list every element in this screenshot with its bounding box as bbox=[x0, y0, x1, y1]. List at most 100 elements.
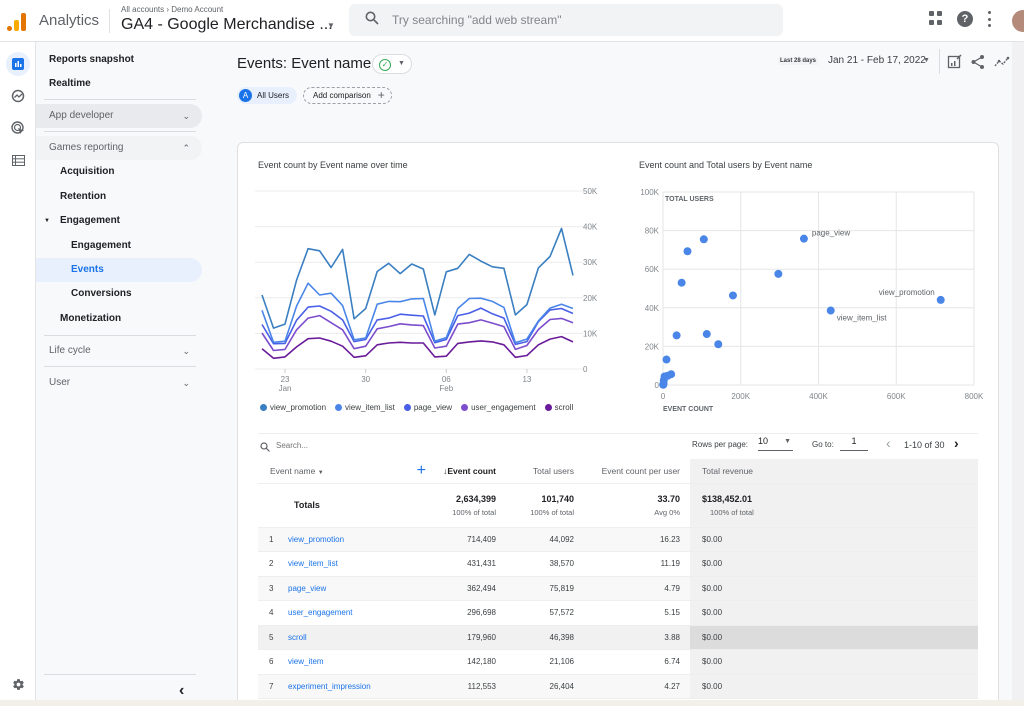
share-icon[interactable] bbox=[970, 54, 986, 70]
divider bbox=[44, 335, 196, 336]
legend-item[interactable]: view_item_list bbox=[335, 403, 395, 412]
point-label: view_promotion bbox=[879, 288, 935, 297]
page-title: Events: Event name bbox=[237, 55, 372, 72]
scatter-point[interactable] bbox=[774, 269, 783, 278]
table-row[interactable]: 7 experiment_impression 112,553 26,404 4.27 $… bbox=[258, 674, 978, 699]
search-input[interactable]: Try searching "add web stream" bbox=[392, 13, 561, 27]
col-event-count-per-user[interactable]: Event count per user bbox=[584, 459, 690, 484]
scrollbar-track[interactable] bbox=[1012, 42, 1024, 706]
y-tick-label: 80K bbox=[645, 227, 660, 236]
nav-app-developer[interactable]: App developer ⌄ bbox=[36, 104, 202, 128]
event-name-link[interactable]: scroll bbox=[288, 633, 307, 642]
scatter-point[interactable] bbox=[683, 247, 692, 256]
search-icon bbox=[365, 11, 379, 25]
col-event-count[interactable]: ↓Event count bbox=[428, 459, 506, 484]
scatter-point[interactable] bbox=[672, 331, 681, 340]
nav-user[interactable]: User ⌄ bbox=[36, 371, 202, 395]
event-name-link[interactable]: page_view bbox=[288, 584, 326, 593]
nav-acquisition[interactable]: Acquisition bbox=[36, 160, 202, 184]
table-row[interactable]: 2 view_item_list 431,431 38,570 11.19 $0.00 bbox=[258, 551, 978, 577]
collapse-nav-icon[interactable]: ‹ bbox=[179, 682, 184, 700]
add-comparison-button[interactable]: Add comparison + bbox=[303, 87, 392, 104]
event-name-link[interactable]: user_engagement bbox=[288, 608, 353, 617]
nav-games-reporting[interactable]: Games reporting ⌃ bbox=[36, 136, 202, 160]
rows-per-page-select[interactable]: 10 ▼ bbox=[758, 436, 793, 451]
apps-icon[interactable] bbox=[929, 11, 943, 25]
divider bbox=[939, 49, 940, 74]
next-page-icon[interactable]: › bbox=[954, 435, 959, 451]
segment-chip[interactable]: A All Users bbox=[237, 87, 298, 104]
rail-settings[interactable] bbox=[6, 672, 30, 696]
avatar[interactable] bbox=[1012, 10, 1024, 32]
rail-explore[interactable] bbox=[6, 84, 30, 108]
scatter-point[interactable] bbox=[714, 340, 723, 349]
scatter-point[interactable] bbox=[662, 355, 671, 364]
legend-item[interactable]: user_engagement bbox=[461, 403, 536, 412]
table-row[interactable]: 1 view_promotion 714,409 44,092 16.23 $0.00 bbox=[258, 527, 978, 552]
legend-item[interactable]: view_promotion bbox=[260, 403, 326, 412]
rail-configure[interactable] bbox=[6, 148, 30, 172]
caret-down-icon: ▼ bbox=[44, 218, 50, 224]
search-bar[interactable]: Try searching "add web stream" bbox=[349, 4, 783, 36]
gear-icon bbox=[12, 678, 24, 690]
nav-reports-snapshot[interactable]: Reports snapshot bbox=[36, 48, 202, 72]
scatter-point[interactable] bbox=[826, 306, 835, 315]
goto-page-input[interactable]: 1 bbox=[840, 436, 868, 451]
total-users-cell: 75,819 bbox=[549, 583, 574, 593]
x-tick-label: 23 bbox=[281, 375, 290, 384]
nav-conversions[interactable]: Conversions bbox=[36, 282, 202, 306]
configure-icon bbox=[11, 154, 25, 166]
caret-down-icon[interactable]: ▼ bbox=[327, 21, 335, 30]
event-name-link[interactable]: view_item bbox=[288, 657, 324, 666]
point-label: view_item_list bbox=[837, 314, 888, 323]
table-row[interactable]: 4 user_engagement 296,698 57,572 5.15 $0.00 bbox=[258, 600, 978, 626]
customize-report-icon[interactable] bbox=[947, 54, 963, 70]
scatter-point[interactable] bbox=[699, 235, 708, 244]
caret-down-icon[interactable]: ▼ bbox=[923, 57, 930, 64]
scatter-point[interactable] bbox=[799, 234, 808, 243]
scatter-point[interactable] bbox=[728, 291, 737, 300]
revenue-cell: $0.00 bbox=[702, 608, 723, 618]
insights-icon[interactable] bbox=[994, 54, 1010, 70]
caret-down-icon: ▼ bbox=[398, 60, 405, 67]
nav-monetization[interactable]: Monetization bbox=[36, 307, 202, 331]
col-total-revenue[interactable]: Total revenue bbox=[690, 459, 978, 484]
row-number: 7 bbox=[269, 681, 274, 691]
report-status-button[interactable]: ✓ ▼ bbox=[372, 54, 412, 74]
help-icon[interactable]: ? bbox=[957, 11, 973, 27]
table-row[interactable]: 6 view_item 142,180 21,106 6.74 $0.00 bbox=[258, 649, 978, 675]
col-total-users[interactable]: Total users bbox=[506, 459, 584, 484]
nav-engagement-group[interactable]: ▼ Engagement bbox=[36, 209, 202, 233]
legend-item[interactable]: scroll bbox=[544, 403, 573, 412]
table-row[interactable]: 3 page_view 362,494 75,819 4.79 $0.00 bbox=[258, 576, 978, 601]
breadcrumb[interactable]: All accounts › Demo Account bbox=[121, 5, 223, 14]
date-range-picker[interactable]: Jan 21 - Feb 17, 2022 bbox=[828, 55, 926, 66]
col-event-name[interactable]: Event name ▼ + bbox=[258, 459, 428, 484]
x-tick-label: 0 bbox=[661, 392, 666, 401]
per-user-cell: 6.74 bbox=[664, 657, 680, 667]
nav-retention[interactable]: Retention bbox=[36, 185, 202, 209]
table-search-input[interactable] bbox=[276, 441, 396, 450]
analytics-logo-icon[interactable] bbox=[7, 11, 27, 31]
prev-page-icon[interactable]: ‹ bbox=[886, 435, 891, 451]
nav-engagement[interactable]: Engagement bbox=[36, 234, 202, 258]
rail-reports[interactable] bbox=[6, 52, 30, 76]
property-selector[interactable]: GA4 - Google Merchandise ... bbox=[121, 16, 333, 34]
scatter-point[interactable] bbox=[677, 278, 686, 287]
scatter-point[interactable] bbox=[936, 295, 945, 304]
more-vert-icon[interactable] bbox=[987, 11, 991, 27]
totals-row: Totals 2,634,399 100% of total 101,740 100… bbox=[258, 483, 978, 528]
add-dimension-icon[interactable]: + bbox=[417, 462, 426, 480]
series-line-view_promotion[interactable] bbox=[261, 227, 574, 329]
nav-events[interactable]: Events bbox=[36, 258, 202, 282]
legend-item[interactable]: page_view bbox=[403, 403, 452, 412]
event-name-link[interactable]: view_item_list bbox=[288, 559, 338, 568]
table-row[interactable]: 5 scroll 179,960 46,398 3.88 $0.00 bbox=[258, 625, 978, 650]
event-name-link[interactable]: view_promotion bbox=[288, 535, 344, 544]
event-name-link[interactable]: experiment_impression bbox=[288, 682, 371, 691]
nav-life-cycle[interactable]: Life cycle ⌄ bbox=[36, 339, 202, 363]
rail-advertising[interactable] bbox=[6, 116, 30, 140]
scatter-point[interactable] bbox=[659, 380, 668, 389]
nav-realtime[interactable]: Realtime bbox=[36, 72, 202, 96]
scatter-point[interactable] bbox=[702, 330, 711, 339]
